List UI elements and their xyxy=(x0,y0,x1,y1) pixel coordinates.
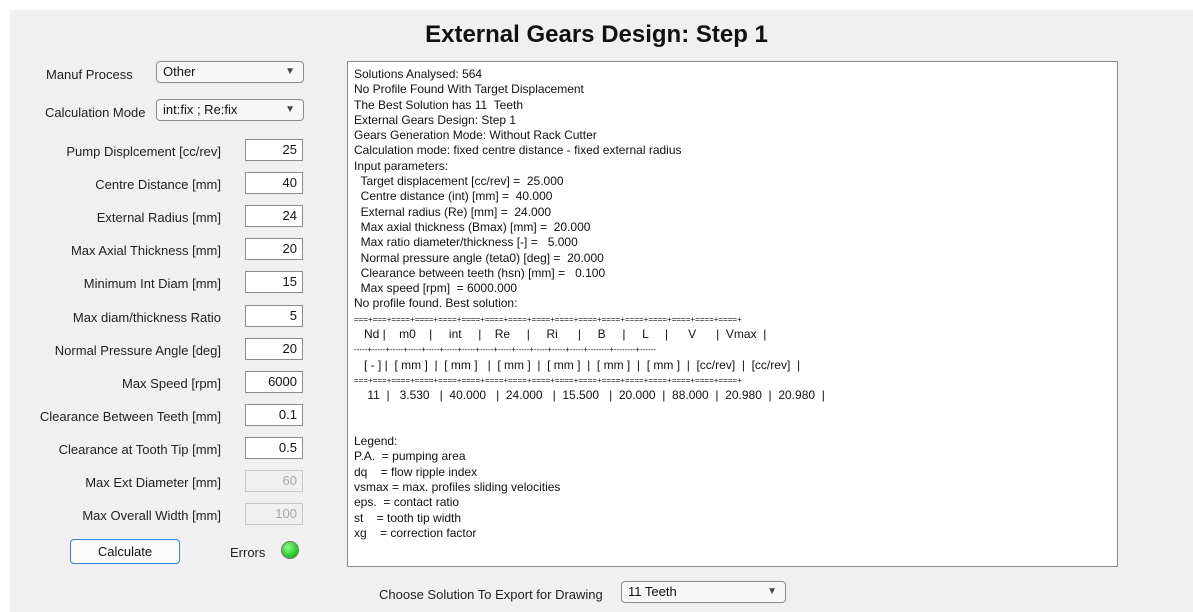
output-line: vsmax = max. profiles sliding velocities xyxy=(354,480,561,495)
minimum-int-diam-field[interactable]: 15 xyxy=(245,271,303,293)
export-solution-label: Choose Solution To Export for Drawing xyxy=(379,587,603,602)
output-line: Gears Generation Mode: Without Rack Cutt… xyxy=(354,128,597,143)
max-speed-label: Max Speed [rpm] xyxy=(122,376,221,391)
max-axial-thickness-label: Max Axial Thickness [mm] xyxy=(70,243,221,258)
max-overall-width-field: 100 xyxy=(245,503,303,525)
output-line: Normal pressure angle (teta0) [deg] = 20… xyxy=(354,250,604,265)
output-line: Legend: xyxy=(354,434,398,449)
output-line: Input parameters: xyxy=(354,158,449,173)
output-line: The Best Solution has 11 Teeth xyxy=(354,97,524,112)
output-line: External radius (Re) [mm] = 24.000 xyxy=(354,204,552,219)
output-line: Max axial thickness (Bmax) [mm] = 20.000 xyxy=(354,219,591,234)
calculate-button[interactable]: Calculate xyxy=(70,539,180,564)
calculation-mode-value: int:fix ; Re:fix xyxy=(163,102,238,117)
chevron-down-icon: ▼ xyxy=(767,586,777,597)
max-diam-thickness-ratio-field[interactable]: 5 xyxy=(245,305,303,327)
normal-pressure-angle-field[interactable]: 20 xyxy=(245,338,303,360)
max-overall-width-label: Max Overall Width [mm] xyxy=(82,508,221,523)
page-title: External Gears Design: Step 1 xyxy=(425,21,768,48)
chevron-down-icon: ▼ xyxy=(285,66,295,77)
clearance-at-tooth-tip-field[interactable]: 0.5 xyxy=(245,437,303,459)
output-line: ===+===+====+====+====+====+====+====+==… xyxy=(354,375,742,385)
clearance-between-teeth-label: Clearance Between Teeth [mm] xyxy=(39,409,221,424)
minimum-int-diam-label: Minimum Int Diam [mm] xyxy=(83,276,221,291)
output-line: External Gears Design: Step 1 xyxy=(354,112,517,127)
max-ext-diameter-field: 60 xyxy=(245,470,303,492)
normal-pressure-angle-label: Normal Pressure Angle [deg] xyxy=(54,343,221,358)
output-line: P.A. = pumping area xyxy=(354,449,466,464)
centre-distance-field[interactable]: 40 xyxy=(245,172,303,194)
output-line: Max ratio diameter/thickness [-] = 5.000 xyxy=(354,235,578,250)
centre-distance-label: Centre Distance [mm] xyxy=(95,177,221,192)
output-line: Solutions Analysed: 564 xyxy=(354,67,483,81)
results-text-area[interactable]: Solutions Analysed: 564 No Profile Found … xyxy=(347,61,1118,567)
external-radius-field[interactable]: 24 xyxy=(245,205,303,227)
clearance-at-tooth-tip-label: Clearance at Tooth Tip [mm] xyxy=(58,442,221,457)
output-line: Calculation mode: fixed centre distance … xyxy=(354,143,682,158)
manuf-process-label: Manuf Process xyxy=(46,67,133,82)
chevron-down-icon: ▼ xyxy=(285,104,295,115)
max-diam-thickness-ratio-label: Max diam/thickness Ratio xyxy=(72,310,221,325)
max-speed-field[interactable]: 6000 xyxy=(245,371,303,393)
output-line: Target displacement [cc/rev] = 25.000 xyxy=(354,174,564,189)
output-line: [ - ] | [ mm ] | [ mm ] | [ mm ] | [ mm … xyxy=(354,357,801,372)
output-line: Nd | m0 | int | Re | Ri | B | L | V | Vm… xyxy=(354,327,767,342)
pump-displacement-label: Pump Displcement [cc/rev] xyxy=(66,144,221,159)
calculation-mode-label: Calculation Mode xyxy=(45,105,146,120)
external-radius-label: External Radius [mm] xyxy=(96,210,221,225)
output-line: dq = flow ripple index xyxy=(354,464,478,479)
manuf-process-value: Other xyxy=(163,64,196,79)
max-ext-diameter-label: Max Ext Diameter [mm] xyxy=(85,475,221,490)
output-line: No profile found. Best solution: xyxy=(354,296,518,311)
output-line: Clearance between teeth (hsn) [mm] = 0.1… xyxy=(354,265,606,280)
pump-displacement-field[interactable]: 25 xyxy=(245,139,303,161)
export-solution-dropdown[interactable]: 11 Teeth ▼ xyxy=(621,581,786,603)
output-line: Centre distance (int) [mm] = 40.000 xyxy=(354,189,553,204)
output-line: st = tooth tip width xyxy=(354,510,462,525)
output-line: Max speed [rpm] = 6000.000 xyxy=(354,281,518,296)
clearance-between-teeth-field[interactable]: 0.1 xyxy=(245,404,303,426)
output-line: -----+-----+-----+-----+-----+-----+----… xyxy=(354,345,656,355)
export-solution-value: 11 Teeth xyxy=(628,584,677,599)
output-line: No Profile Found With Target Displacemen… xyxy=(354,82,584,97)
output-line: ===+===+====+====+====+====+====+====+==… xyxy=(354,314,742,324)
manuf-process-dropdown[interactable]: Other ▼ xyxy=(156,61,304,83)
max-axial-thickness-field[interactable]: 20 xyxy=(245,238,303,260)
errors-status-lamp-icon xyxy=(281,541,299,559)
errors-label: Errors xyxy=(230,545,266,560)
output-line: eps. = contact ratio xyxy=(354,495,460,510)
output-line: xg = correction factor xyxy=(354,525,477,540)
calculation-mode-dropdown[interactable]: int:fix ; Re:fix ▼ xyxy=(156,99,304,121)
output-line: 11 | 3.530 | 40.000 | 24.000 | 15.500 | … xyxy=(354,388,825,403)
